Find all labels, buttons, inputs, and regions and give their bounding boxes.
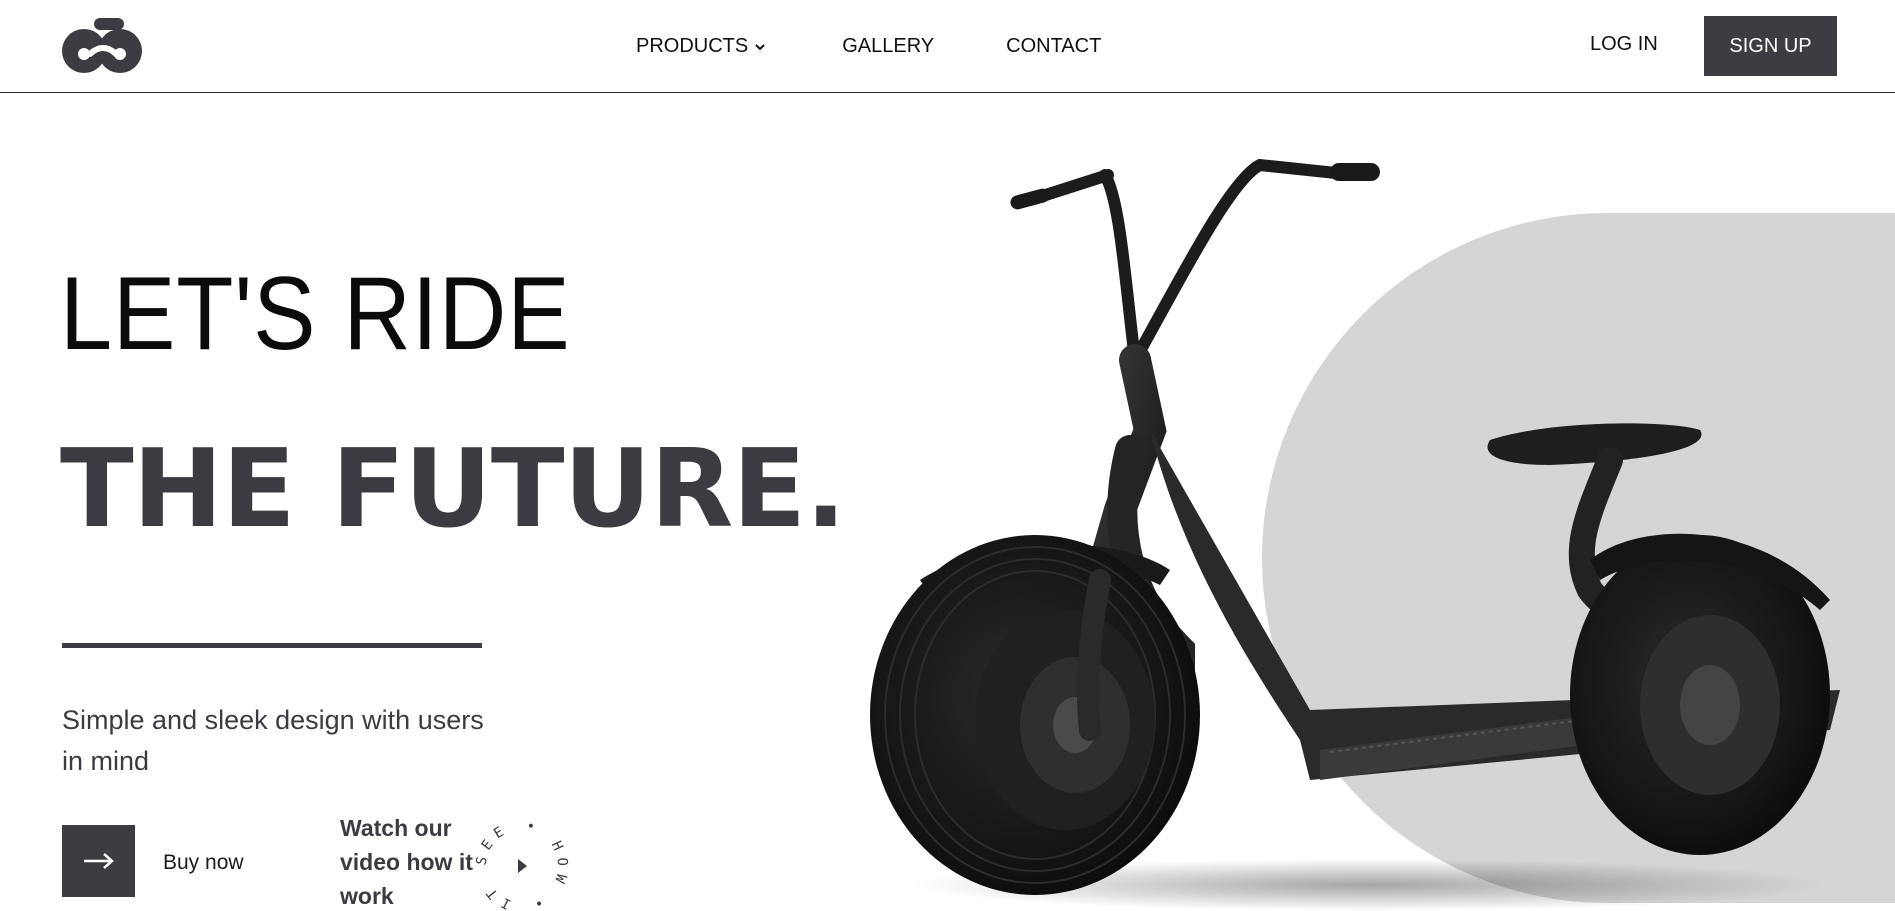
nav-gallery[interactable]: GALLERY <box>842 35 934 58</box>
buy-now-button[interactable] <box>62 825 135 897</box>
nav-products-label: PRODUCTS <box>636 35 749 57</box>
buy-now-label[interactable]: Buy now <box>163 851 244 875</box>
see-how-it-works-badge[interactable]: SEE • HOW • IT • WORKS • <box>463 802 574 911</box>
hero-title-line2: THE FUTURE. <box>60 427 846 552</box>
chevron-down-icon <box>755 43 765 50</box>
signup-button[interactable]: SIGN UP <box>1704 16 1837 76</box>
scooter-image <box>850 130 1850 911</box>
nav-products[interactable]: PRODUCTS <box>636 35 766 58</box>
hero-title-line1: LET'S RIDE <box>60 256 571 372</box>
login-link[interactable]: LOG IN <box>1590 33 1658 56</box>
hero-divider <box>62 643 482 648</box>
hero-subtitle: Simple and sleek design with users in mi… <box>62 705 484 776</box>
bike-logo-icon[interactable] <box>62 16 142 74</box>
watch-video-text: Watch our video how it work <box>340 815 473 909</box>
play-icon <box>518 859 527 873</box>
main-nav: PRODUCTS GALLERY CONTACT <box>636 0 1101 93</box>
site-header: PRODUCTS GALLERY CONTACT LOG IN SIGN UP <box>0 0 1895 93</box>
nav-contact[interactable]: CONTACT <box>1006 35 1101 58</box>
arrow-right-icon <box>83 853 114 869</box>
